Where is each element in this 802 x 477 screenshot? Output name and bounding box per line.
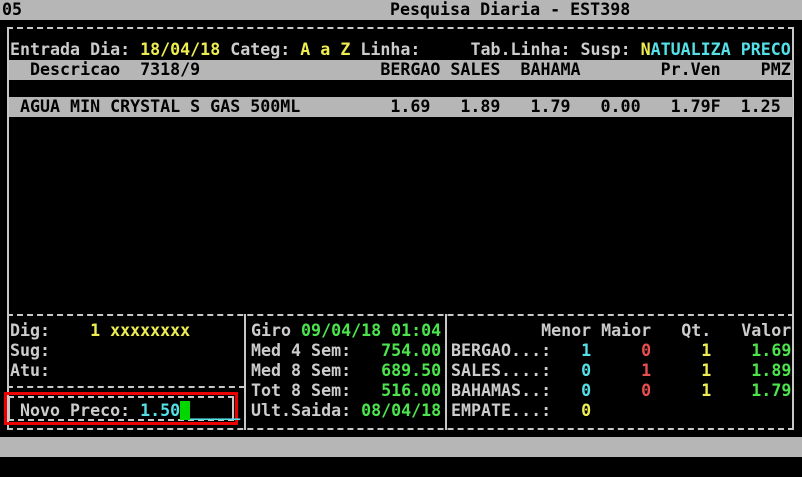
text-segment: 0 (551, 381, 591, 400)
text-segment: 0 (551, 401, 591, 420)
giro-line: Giro 09/04/18 01:04 (251, 321, 441, 341)
text-segment: 1.79 (711, 381, 791, 400)
text-segment: 1 (651, 381, 711, 400)
text-segment: Med 8 Sem: (251, 361, 381, 380)
text-segment: 18/04/18 (140, 40, 220, 59)
text-segment: BAHAMAS..: (451, 381, 551, 400)
bahamas-line: BAHAMAS..: 0 0 1 1.79 (451, 381, 791, 401)
text-segment: Atu: (10, 361, 50, 380)
system-id: 05 (2, 0, 22, 20)
text-segment: 0 (591, 341, 651, 360)
text-segment: 1 (591, 361, 651, 380)
text-segment: N (641, 40, 651, 59)
text-segment: ATUALIZA PRECO (651, 40, 791, 59)
vertical-divider-right (445, 314, 447, 430)
text-segment: Entrada Dia: (10, 40, 140, 59)
ult-saida-line: Ult.Saida: 08/04/18 (251, 401, 441, 421)
text-segment: Dig: (10, 321, 90, 340)
bergao-line: BERGAO...: 1 0 1 1.69 (451, 341, 791, 361)
text-cursor (180, 401, 190, 420)
text-segment: 09/04/18 01:04 (301, 321, 441, 340)
status-bar (0, 437, 802, 457)
novo-preco-input-line[interactable]: Novo Preco: 1.50 _____ (20, 401, 240, 421)
text-segment: 1.89 (711, 361, 791, 380)
text-segment: Med 4 Sem: (251, 341, 381, 360)
med-4-sem-line: Med 4 Sem: 754.00 (251, 341, 441, 361)
window-title: Pesquisa Diaria - EST398 (390, 0, 630, 20)
text-segment: 0 (591, 381, 651, 400)
sales-line: SALES....: 0 1 1 1.89 (451, 361, 791, 381)
text-segment: Tab.Linha: (470, 40, 580, 59)
text-segment: Menor Maior Qt. Valor (451, 321, 791, 340)
text-segment: _____ (190, 401, 240, 420)
text-segment: Giro (251, 321, 301, 340)
title-bar: 05 Pesquisa Diaria - EST398 (0, 0, 802, 20)
med-8-sem-line: Med 8 Sem: 689.50 (251, 361, 441, 381)
empate-line: EMPATE...: 0 (451, 401, 591, 421)
product-row-line[interactable]: AGUA MIN CRYSTAL S GAS 500ML 1.69 1.89 1… (9, 97, 793, 117)
text-segment: 1 (551, 341, 591, 360)
competitor-header-line: Menor Maior Qt. Valor (451, 321, 791, 341)
text-segment: Novo Preco: (20, 401, 140, 420)
text-segment: 1.50 (140, 401, 180, 420)
text-segment: 516.00 (381, 381, 441, 400)
text-segment: 08/04/18 (361, 401, 441, 420)
text-segment: AGUA MIN CRYSTAL S GAS 500ML 1.69 1.89 1… (10, 97, 781, 116)
vertical-divider-left (244, 314, 246, 430)
text-segment: Tot 8 Sem: (251, 381, 381, 400)
text-segment: Linha: (350, 40, 470, 59)
filter-line: Entrada Dia: 18/04/18 Categ: A a Z Linha… (10, 40, 791, 60)
text-segment: 1 (651, 341, 711, 360)
dig-line: Dig: 1 xxxxxxxx (10, 321, 190, 341)
text-segment: 1 (651, 361, 711, 380)
text-segment: BERGAO...: (451, 341, 551, 360)
text-segment: SALES....: (451, 361, 551, 380)
text-segment: 1.69 (711, 341, 791, 360)
tot-8-sem-line: Tot 8 Sem: 516.00 (251, 381, 441, 401)
text-segment: EMPATE...: (451, 401, 551, 420)
terminal-screen: 05 Pesquisa Diaria - EST398 Entrada Dia:… (0, 0, 802, 477)
left-panel-divider-border (7, 386, 245, 388)
text-segment: Ult.Saida: (251, 401, 361, 420)
column-header-line: Descricao 7318/9 BERGAO SALES BAHAMA Pr.… (9, 60, 793, 80)
text-segment: 689.50 (381, 361, 441, 380)
text-segment: 1 xxxxxxxx (90, 321, 190, 340)
panels-divider-border (7, 314, 794, 316)
text-segment: Descricao 7318/9 BERGAO SALES BAHAMA Pr.… (10, 60, 791, 79)
sug-line: Sug: (10, 341, 50, 361)
atu-line: Atu: (10, 361, 50, 381)
text-segment: Susp: (581, 40, 641, 59)
text-segment: 0 (551, 361, 591, 380)
text-segment: Sug: (10, 341, 50, 360)
text-segment: A a Z (300, 40, 350, 59)
text-segment: 754.00 (381, 341, 441, 360)
text-segment: Categ: (220, 40, 300, 59)
